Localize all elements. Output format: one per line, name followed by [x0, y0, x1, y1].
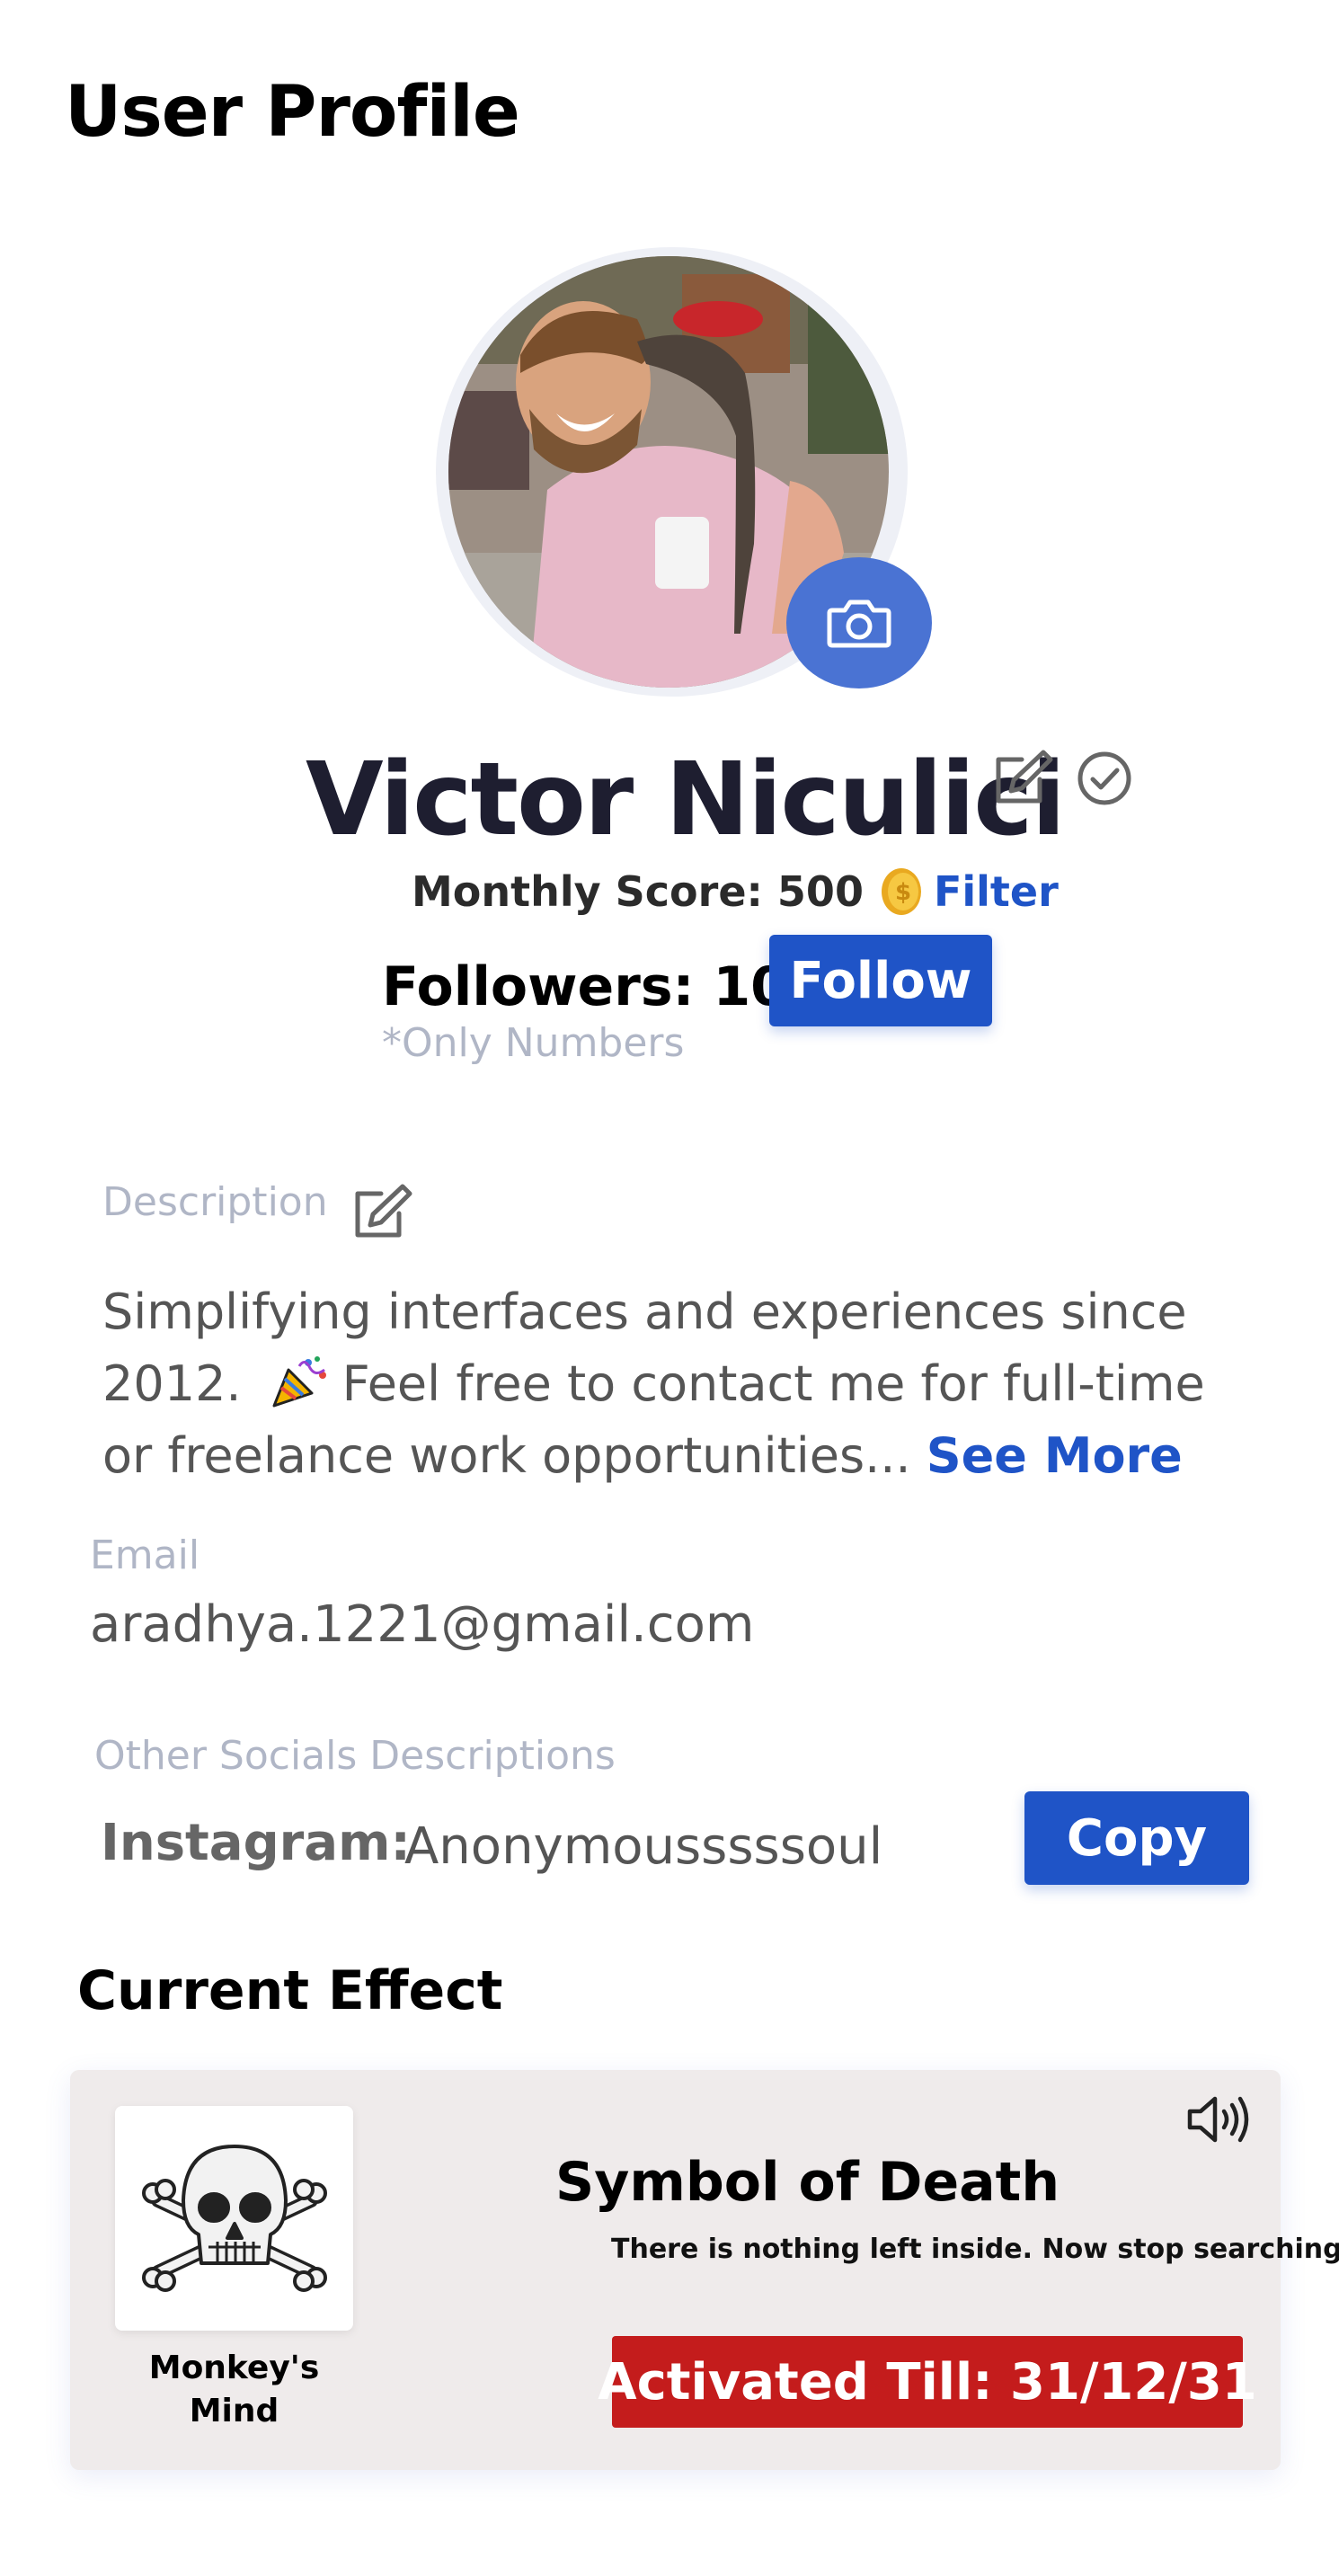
skull-crossbones-icon: [141, 2145, 327, 2292]
socials-label: Other Socials Descriptions: [94, 1733, 616, 1779]
monthly-score-row: Monthly Score: 500 $ Filter: [412, 865, 1059, 919]
camera-icon: [827, 600, 891, 648]
page-title: User Profile: [65, 72, 520, 153]
description-label: Description: [102, 1179, 328, 1225]
copy-button[interactable]: Copy: [1024, 1791, 1249, 1885]
follow-button[interactable]: Follow: [769, 935, 992, 1026]
monthly-score: Monthly Score: 500: [412, 867, 864, 916]
filter-link[interactable]: Filter: [934, 867, 1059, 916]
instagram-handle: Anonymousssssoul: [404, 1817, 883, 1876]
effect-thumbnail: [115, 2106, 353, 2331]
party-popper-icon: [272, 1356, 326, 1408]
current-effect-heading: Current Effect: [77, 1959, 503, 2022]
email-label: Email: [90, 1532, 200, 1578]
coin-icon: $: [881, 868, 921, 915]
edit-icon[interactable]: [991, 749, 1054, 808]
see-more-link[interactable]: See More: [927, 1427, 1183, 1484]
change-photo-button[interactable]: [786, 557, 932, 688]
speaker-icon[interactable]: [1184, 2093, 1253, 2145]
svg-text:$: $: [895, 879, 911, 906]
followers-count: Followers: 10: [382, 955, 788, 1018]
effect-title: Symbol of Death: [555, 2151, 1060, 2214]
check-circle-icon[interactable]: [1077, 751, 1132, 806]
profile-name: Victor Niculici: [306, 742, 1066, 858]
description-text: Simplifying interfaces and experiences s…: [102, 1276, 1208, 1492]
email-value: aradhya.1221@gmail.com: [90, 1595, 755, 1654]
effect-caption: Monkey's Mind: [148, 2349, 320, 2429]
effect-card: Monkey's Mind Symbol of Death There is n…: [70, 2070, 1339, 2470]
followers-note: *Only Numbers: [382, 1020, 685, 1066]
effect-subtitle: There is nothing left inside. Now stop s…: [611, 2234, 1339, 2265]
edit-description-icon[interactable]: [350, 1183, 413, 1242]
activated-badge: Activated Till: 31/12/31: [598, 2336, 1257, 2428]
instagram-label: Instagram:: [101, 1814, 411, 1872]
